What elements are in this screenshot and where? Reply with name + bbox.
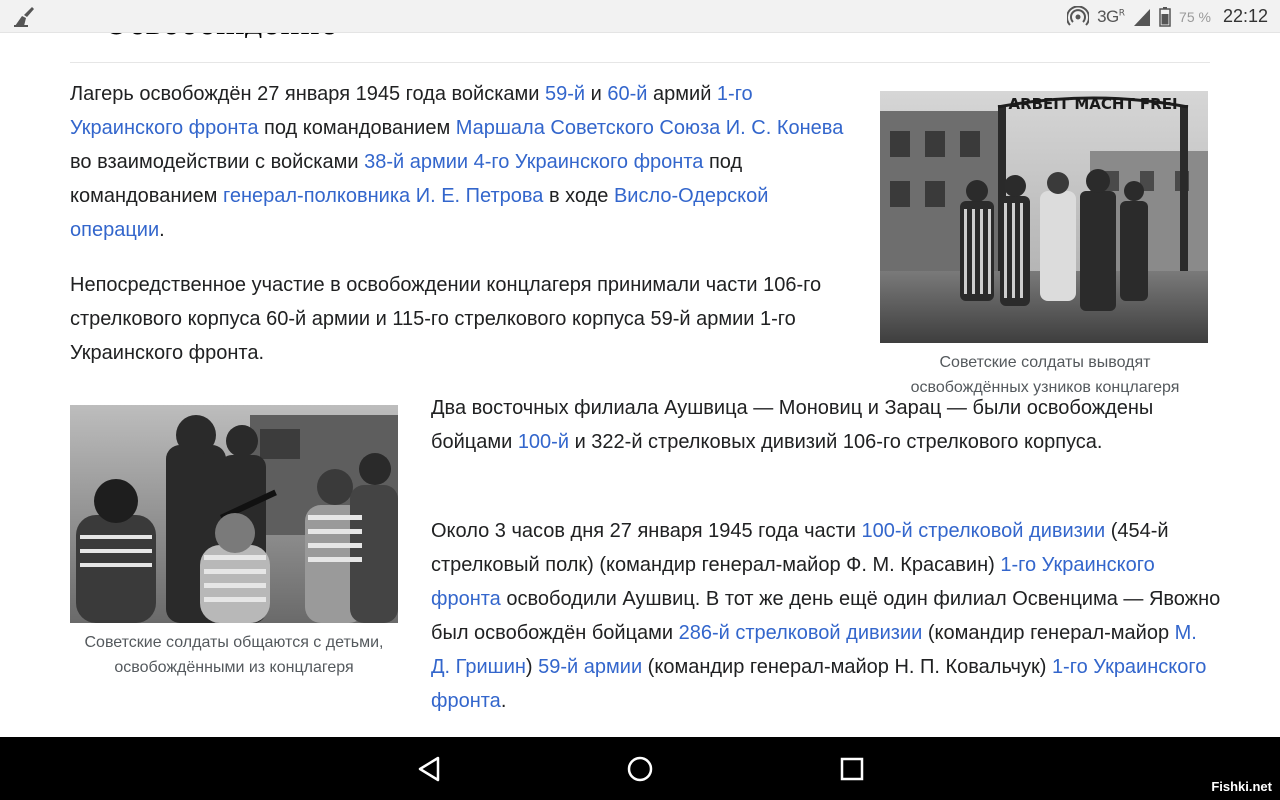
- network-type: 3GR: [1097, 6, 1126, 26]
- article-link[interactable]: 100-й: [518, 431, 569, 453]
- article-link[interactable]: 100-й стрелковой дивизии: [862, 520, 1106, 542]
- gate-sign-text: ARBEIT MACHT FREI: [1008, 95, 1177, 113]
- article-link[interactable]: генерал-полковника И. Е. Петрова: [223, 185, 543, 207]
- article-link[interactable]: Маршала Советского Союза И. С. Конева: [456, 117, 844, 139]
- heading-divider: [70, 62, 1210, 63]
- status-indicators: 3GR 75 % 22:12: [1067, 0, 1280, 33]
- paragraph-eastern-branches: Два восточных филиала Аушвица — Моновиц …: [431, 397, 1154, 453]
- article-link[interactable]: 59-й: [545, 83, 585, 105]
- paragraph-auschwitz-freed: Около 3 часов дня 27 января 1945 года ча…: [431, 520, 1221, 712]
- article-link[interactable]: 38-й армии 4-го Украинского фронта: [364, 151, 703, 173]
- cleaner-app-icon: [14, 7, 34, 27]
- photo-caption-prisoners: Советские солдаты выводят освобождённых …: [910, 354, 1180, 396]
- home-icon[interactable]: [624, 753, 656, 785]
- photo-soldiers-with-children-image: [70, 405, 398, 623]
- article-link[interactable]: 60-й: [607, 83, 647, 105]
- hotspot-icon: [1067, 5, 1090, 26]
- photo-soldiers-leading-prisoners-image: ARBEIT MACHT FREI: [880, 91, 1208, 343]
- clock: 22:12: [1222, 6, 1268, 26]
- navigation-bar: Fishki.net: [0, 737, 1280, 800]
- article-link[interactable]: 59-й армии: [538, 656, 642, 678]
- back-icon[interactable]: [414, 753, 446, 785]
- photo-soldiers-with-children[interactable]: [70, 405, 398, 623]
- paragraph-liberation: Лагерь освобождён 27 января 1945 года во…: [70, 83, 844, 241]
- article-link[interactable]: 286-й стрелковой дивизии: [679, 622, 923, 644]
- status-bar: 3GR 75 % 22:12: [0, 0, 1280, 33]
- watermark: Fishki.net: [1211, 779, 1272, 794]
- paragraph-corps: Непосредственное участие в освобождении …: [70, 274, 822, 364]
- battery-icon: [1159, 6, 1171, 27]
- article-link[interactable]: 1-го Украинского фронта: [431, 554, 1155, 610]
- photo-soldiers-leading-prisoners[interactable]: ARBEIT MACHT FREI: [880, 91, 1208, 343]
- photo-caption-children: Советские солдаты общаются с детьми, осв…: [84, 634, 384, 676]
- battery-percent: 75 %: [1179, 8, 1211, 25]
- section-heading: Освобождение: [104, 33, 604, 44]
- recent-apps-icon[interactable]: [836, 753, 868, 785]
- signal-strength-icon: [1134, 8, 1151, 26]
